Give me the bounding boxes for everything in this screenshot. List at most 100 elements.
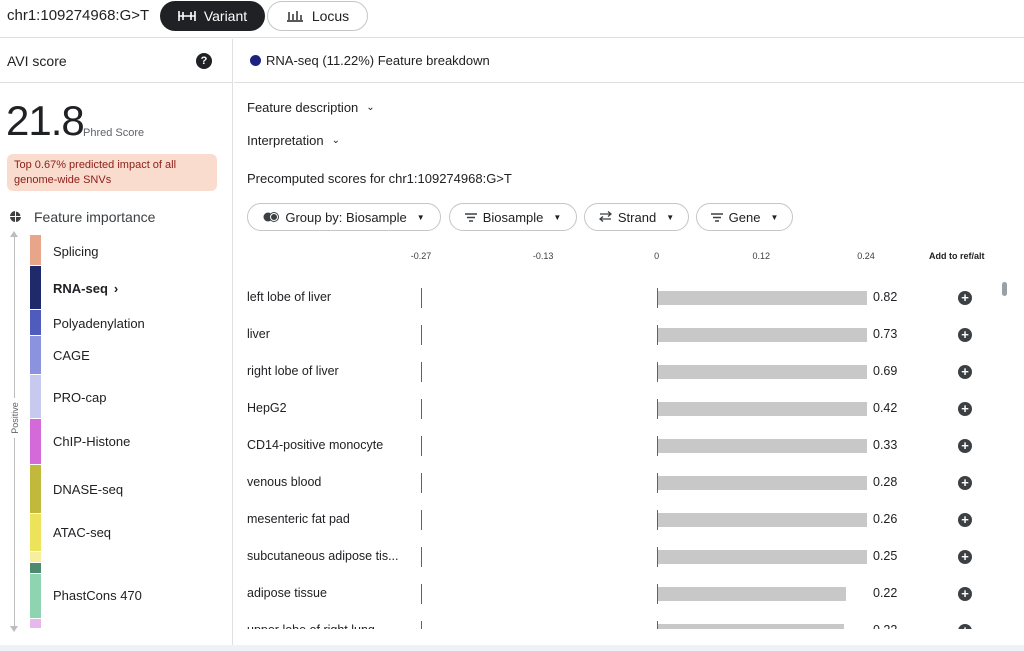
- score-value: 0.28: [873, 475, 898, 489]
- feature-label-chip-histone[interactable]: ChIP-Histone: [53, 434, 130, 449]
- score-value: 0.82: [873, 290, 898, 304]
- segment-pro-cap[interactable]: [30, 375, 41, 418]
- add-icon[interactable]: +: [958, 328, 972, 342]
- gene-filter[interactable]: Gene ▼: [696, 203, 793, 231]
- scrollbar-thumb[interactable]: [1002, 282, 1007, 296]
- x-tick-label: 0: [654, 251, 660, 261]
- feature-description-toggle[interactable]: Feature description ⌄: [247, 100, 375, 115]
- x-tick-label: 0.12: [752, 251, 771, 261]
- segment-minor-2[interactable]: [30, 563, 41, 573]
- row-label[interactable]: left lobe of liver: [247, 290, 331, 304]
- tab-locus[interactable]: Locus: [267, 1, 368, 31]
- feature-label-splicing[interactable]: Splicing: [53, 244, 99, 259]
- feature-label-atac-seq[interactable]: ATAC-seq: [53, 525, 111, 540]
- score-bar[interactable]: [657, 328, 867, 342]
- row-min-line: [421, 288, 422, 308]
- segment-rna-seq[interactable]: [30, 266, 41, 309]
- score-bar[interactable]: [657, 513, 867, 527]
- help-icon[interactable]: ?: [196, 53, 212, 69]
- row-label[interactable]: HepG2: [247, 401, 287, 415]
- strand-filter[interactable]: Strand ▼: [584, 203, 689, 231]
- score-bar[interactable]: [657, 365, 867, 379]
- feature-importance-title: Feature importance: [34, 209, 156, 225]
- segment-polyadenylation[interactable]: [30, 310, 41, 335]
- segment-chip-histone[interactable]: [30, 419, 41, 464]
- score-rows: left lobe of liver 0.82 + liver 0.73 + right l…: [234, 279, 1024, 629]
- group-icon: [263, 210, 280, 225]
- breakdown-title: RNA-seq (11.22%) Feature breakdown: [266, 53, 490, 68]
- filter-icon: [710, 210, 723, 225]
- add-icon[interactable]: +: [958, 513, 972, 527]
- score-bar[interactable]: [657, 402, 867, 416]
- feature-label-phastcons[interactable]: PhastCons 470: [53, 588, 142, 603]
- variant-id: chr1:109274968:G>T: [7, 7, 150, 24]
- pie-chart-icon: [9, 210, 22, 228]
- score-value: 0.42: [873, 401, 898, 415]
- rna-seq-color-dot: [250, 55, 261, 66]
- row-min-line: [421, 473, 422, 493]
- row-label[interactable]: liver: [247, 327, 270, 341]
- add-icon[interactable]: +: [958, 624, 972, 629]
- precomputed-title: Precomputed scores for chr1:109274968:G>…: [247, 171, 512, 186]
- add-column-header: Add to ref/alt: [929, 251, 985, 261]
- row-label[interactable]: venous blood: [247, 475, 321, 489]
- avi-title: AVI score: [7, 53, 67, 69]
- score-bar[interactable]: [657, 291, 867, 305]
- avi-score: 21.8: [6, 97, 85, 144]
- feature-label-pro-cap[interactable]: PRO-cap: [53, 390, 106, 405]
- row-min-line: [421, 325, 422, 345]
- caret-down-icon: ▼: [416, 212, 425, 222]
- chevron-right-icon: ›: [113, 281, 119, 296]
- score-bar[interactable]: [657, 439, 867, 453]
- add-icon[interactable]: +: [958, 291, 972, 305]
- feature-label-rna-seq[interactable]: RNA-seq ›: [53, 281, 118, 296]
- group-by-biosample-dropdown[interactable]: Group by: Biosample ▼: [247, 203, 441, 231]
- row-min-line: [421, 621, 422, 629]
- feature-breakdown-panel: RNA-seq (11.22%) Feature breakdown Featu…: [234, 39, 1024, 645]
- add-icon[interactable]: +: [958, 587, 972, 601]
- score-bar[interactable]: [657, 587, 847, 601]
- axis-label-positive: Positive: [10, 398, 20, 438]
- segment-dnase-seq[interactable]: [30, 465, 41, 513]
- score-bar[interactable]: [657, 550, 867, 564]
- segment-atac-seq[interactable]: [30, 514, 41, 551]
- tab-variant[interactable]: Variant: [160, 1, 265, 31]
- score-bar[interactable]: [657, 624, 845, 629]
- row-min-line: [421, 510, 422, 530]
- segment-minor-3[interactable]: [30, 619, 41, 628]
- add-icon[interactable]: +: [958, 476, 972, 490]
- feature-label-rna-seq-text: RNA-seq: [53, 281, 108, 296]
- segment-cage[interactable]: [30, 336, 41, 374]
- biosample-filter[interactable]: Biosample ▼: [449, 203, 577, 231]
- row-label[interactable]: mesenteric fat pad: [247, 512, 350, 526]
- score-value: 0.25: [873, 549, 898, 563]
- breakdown-header: RNA-seq (11.22%) Feature breakdown: [234, 39, 1024, 83]
- add-icon[interactable]: +: [958, 402, 972, 416]
- add-icon[interactable]: +: [958, 550, 972, 564]
- row-label[interactable]: adipose tissue: [247, 586, 327, 600]
- x-tick-label: -0.13: [532, 251, 554, 261]
- chevron-down-icon: ⌄: [331, 135, 340, 146]
- score-value: 0.22: [873, 623, 897, 629]
- row-label[interactable]: right lobe of liver: [247, 364, 339, 378]
- row-label[interactable]: CD14-positive monocyte: [247, 438, 383, 452]
- feature-label-dnase-seq[interactable]: DNASE-seq: [53, 482, 123, 497]
- bottom-strip: [0, 645, 1024, 651]
- interpretation-label: Interpretation: [247, 133, 324, 148]
- add-icon[interactable]: +: [958, 365, 972, 379]
- interpretation-toggle[interactable]: Interpretation ⌄: [247, 133, 340, 148]
- row-label[interactable]: upper lobe of right lung: [247, 623, 375, 629]
- segment-phastcons[interactable]: [30, 574, 41, 618]
- score-value: 0.22: [873, 586, 898, 600]
- segment-minor-1[interactable]: [30, 552, 41, 562]
- feature-label-cage[interactable]: CAGE: [53, 348, 90, 363]
- score-unit: Phred Score: [83, 127, 145, 139]
- feature-label-polyadenylation[interactable]: Polyadenylation: [53, 316, 145, 331]
- strand-label: Strand: [617, 209, 657, 225]
- filter-icon: [464, 210, 477, 225]
- add-icon[interactable]: +: [958, 439, 972, 453]
- segment-splicing[interactable]: [30, 235, 41, 265]
- score-bar[interactable]: [657, 476, 867, 490]
- row-label[interactable]: subcutaneous adipose tis...: [247, 549, 399, 563]
- x-tick-label: -0.27: [410, 251, 432, 261]
